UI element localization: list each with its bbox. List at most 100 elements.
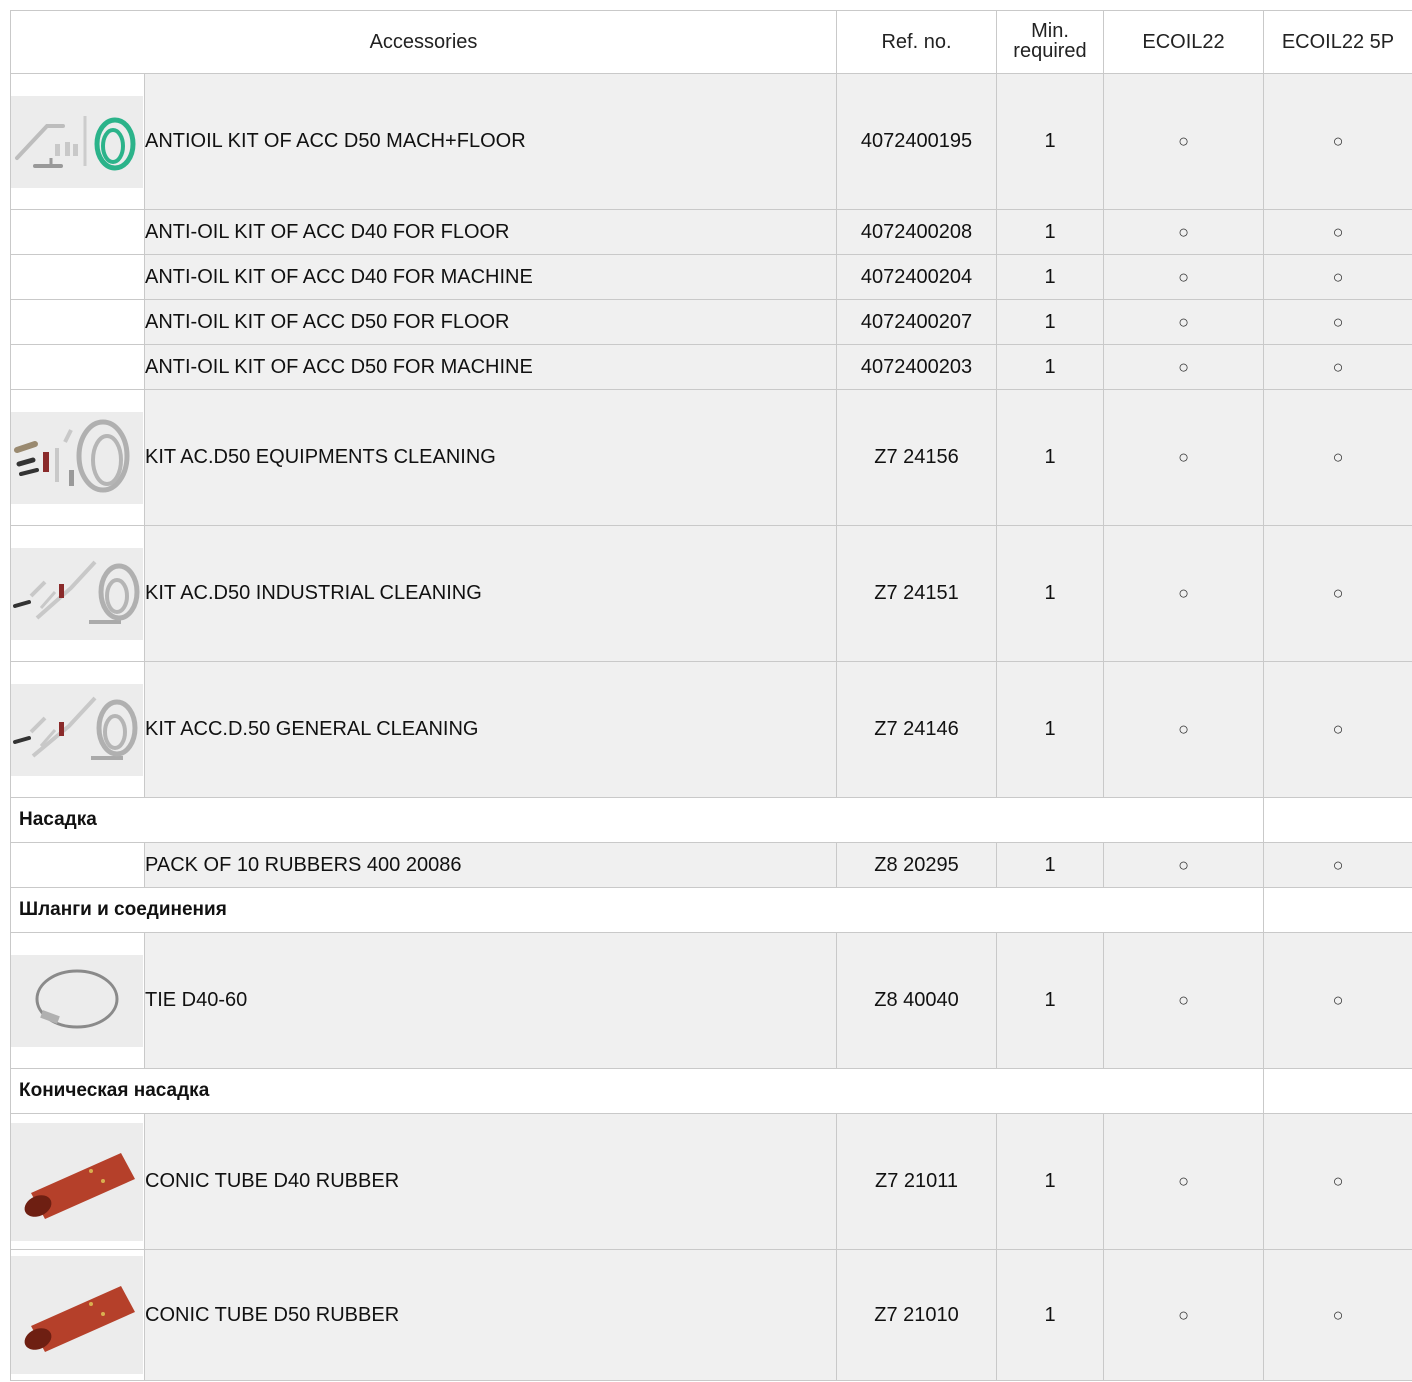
accessories-table: Accessories Ref. no. Min. required ECOIL2…	[10, 10, 1412, 1381]
antioil-kit-image	[11, 95, 143, 188]
product-image-cell	[10, 209, 145, 255]
availability-ecoil22: ○	[1103, 344, 1264, 390]
availability-ecoil22-5p: ○	[1263, 525, 1412, 662]
product-image-cell	[10, 344, 145, 390]
table-row: ANTI-OIL KIT OF ACC D50 FOR MACHINE 4072…	[10, 344, 1412, 390]
table-row: ANTI-OIL KIT OF ACC D40 FOR MACHINE 4072…	[10, 254, 1412, 300]
product-name: ANTI-OIL KIT OF ACC D50 FOR MACHINE	[144, 344, 837, 390]
product-name: TIE D40-60	[144, 932, 837, 1069]
availability-ecoil22-5p: ○	[1263, 344, 1412, 390]
product-name: ANTIOIL KIT OF ACC D50 MACH+FLOOR	[144, 73, 837, 210]
availability-ecoil22: ○	[1103, 209, 1264, 255]
min-required: 1	[996, 932, 1104, 1069]
availability-ecoil22: ○	[1103, 1113, 1264, 1250]
table-row: KIT AC.D50 EQUIPMENTS CLEANING Z7 24156 …	[10, 389, 1412, 526]
availability-ecoil22-5p: ○	[1263, 73, 1412, 210]
product-name: ANTI-OIL KIT OF ACC D40 FOR MACHINE	[144, 254, 837, 300]
category-empty-cell	[1263, 887, 1412, 933]
ref-number: Z7 21010	[836, 1249, 997, 1381]
product-image-cell	[10, 389, 145, 526]
availability-ecoil22: ○	[1103, 389, 1264, 526]
category-label: Шланги и соединения	[10, 887, 1264, 933]
header-ref-no: Ref. no.	[836, 10, 997, 74]
product-name: CONIC TUBE D50 RUBBER	[144, 1249, 837, 1381]
min-required: 1	[996, 661, 1104, 798]
category-label: Насадка	[10, 797, 1264, 843]
ref-number: 4072400195	[836, 73, 997, 210]
product-image-cell	[10, 1249, 145, 1381]
min-required: 1	[996, 209, 1104, 255]
header-min-required: Min. required	[996, 10, 1104, 74]
availability-ecoil22: ○	[1103, 254, 1264, 300]
header-row: Accessories Ref. no. Min. required ECOIL2…	[10, 10, 1412, 74]
product-name: ANTI-OIL KIT OF ACC D50 FOR FLOOR	[144, 299, 837, 345]
table-row: KIT AC.D50 INDUSTRIAL CLEANING Z7 24151 …	[10, 525, 1412, 662]
min-required: 1	[996, 1113, 1104, 1250]
product-image-cell	[10, 73, 145, 210]
product-image-cell	[10, 254, 145, 300]
conic-rubber-tube-image	[11, 1256, 143, 1374]
min-required: 1	[996, 344, 1104, 390]
product-image-cell	[10, 525, 145, 662]
ref-number: 4072400208	[836, 209, 997, 255]
conic-rubber-tube-image	[11, 1122, 143, 1241]
category-row: Шланги и соединения	[10, 887, 1412, 933]
category-empty-cell	[1263, 797, 1412, 843]
product-image-cell	[10, 1113, 145, 1250]
min-required: 1	[996, 299, 1104, 345]
ref-number: Z7 24146	[836, 661, 997, 798]
ref-number: 4072400203	[836, 344, 997, 390]
product-name: ANTI-OIL KIT OF ACC D40 FOR FLOOR	[144, 209, 837, 255]
table-row: CONIC TUBE D50 RUBBER Z7 21010 1 ○ ○	[10, 1249, 1412, 1381]
availability-ecoil22-5p: ○	[1263, 209, 1412, 255]
availability-ecoil22-5p: ○	[1263, 1249, 1412, 1381]
product-image-cell	[10, 932, 145, 1069]
availability-ecoil22-5p: ○	[1263, 661, 1412, 798]
availability-ecoil22: ○	[1103, 932, 1264, 1069]
availability-ecoil22: ○	[1103, 299, 1264, 345]
product-image-cell	[10, 299, 145, 345]
table-row: ANTI-OIL KIT OF ACC D40 FOR FLOOR 407240…	[10, 209, 1412, 255]
header-accessories: Accessories	[10, 10, 837, 74]
header-min-line1: Min.	[1031, 20, 1069, 42]
product-name: CONIC TUBE D40 RUBBER	[144, 1113, 837, 1250]
product-name: KIT AC.D50 INDUSTRIAL CLEANING	[144, 525, 837, 662]
ref-number: Z7 24156	[836, 389, 997, 526]
availability-ecoil22-5p: ○	[1263, 1113, 1412, 1250]
ref-number: Z7 21011	[836, 1113, 997, 1250]
availability-ecoil22: ○	[1103, 525, 1264, 662]
category-row: Насадка	[10, 797, 1412, 843]
min-required: 1	[996, 842, 1104, 888]
product-name: KIT AC.D50 EQUIPMENTS CLEANING	[144, 389, 837, 526]
product-name: KIT ACC.D.50 GENERAL CLEANING	[144, 661, 837, 798]
min-required: 1	[996, 525, 1104, 662]
availability-ecoil22-5p: ○	[1263, 842, 1412, 888]
header-ecoil22: ECOIL22	[1103, 10, 1264, 74]
table-row: TIE D40-60 Z8 40040 1 ○ ○	[10, 932, 1412, 1069]
general-cleaning-kit-image	[11, 683, 143, 776]
equipment-cleaning-kit-image	[11, 411, 143, 504]
header-min-line2: required	[1013, 40, 1087, 62]
table-row: PACK OF 10 RUBBERS 400 20086 Z8 20295 1 …	[10, 842, 1412, 888]
ref-number: Z7 24151	[836, 525, 997, 662]
category-row: Коническая насадка	[10, 1068, 1412, 1114]
ref-number: Z8 20295	[836, 842, 997, 888]
availability-ecoil22-5p: ○	[1263, 932, 1412, 1069]
ref-number: 4072400204	[836, 254, 997, 300]
table-row: CONIC TUBE D40 RUBBER Z7 21011 1 ○ ○	[10, 1113, 1412, 1250]
table-row: KIT ACC.D.50 GENERAL CLEANING Z7 24146 1…	[10, 661, 1412, 798]
hose-clamp-image	[11, 954, 143, 1047]
product-image-cell	[10, 661, 145, 798]
table-row: ANTI-OIL KIT OF ACC D50 FOR FLOOR 407240…	[10, 299, 1412, 345]
industrial-cleaning-kit-image	[11, 547, 143, 640]
ref-number: 4072400207	[836, 299, 997, 345]
availability-ecoil22: ○	[1103, 661, 1264, 798]
min-required: 1	[996, 389, 1104, 526]
category-empty-cell	[1263, 1068, 1412, 1114]
table-row: ANTIOIL KIT OF ACC D50 MACH+FLOOR 407240…	[10, 73, 1412, 210]
min-required: 1	[996, 1249, 1104, 1381]
availability-ecoil22: ○	[1103, 73, 1264, 210]
availability-ecoil22: ○	[1103, 842, 1264, 888]
header-ecoil22-5p: ECOIL22 5P	[1263, 10, 1412, 74]
availability-ecoil22-5p: ○	[1263, 389, 1412, 526]
